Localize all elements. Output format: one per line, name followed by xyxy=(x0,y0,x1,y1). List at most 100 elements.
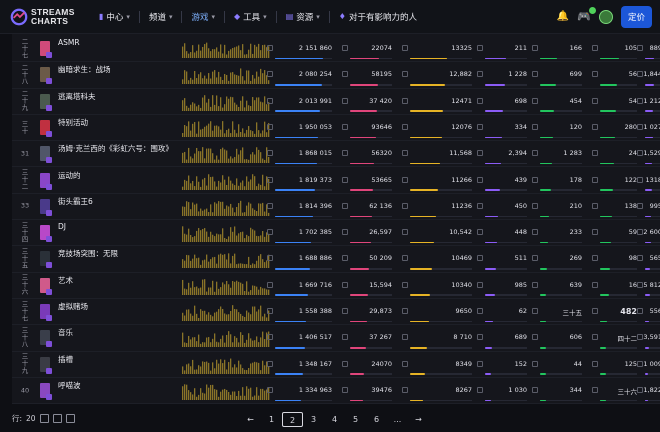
stat-value-v7: 1,529 xyxy=(643,149,660,158)
game-name-link[interactable]: ASMR xyxy=(58,38,80,47)
page-button-4[interactable]: 4 xyxy=(324,412,345,427)
table-row[interactable]: 三 十 九 插槽 1 348 167 24070 8349 152 44 125 1 009 xyxy=(12,352,660,378)
pricing-button[interactable]: 定价 xyxy=(620,5,652,28)
table-row[interactable]: 三 十 七 虚拟赌场 1 558 388 29,873 9650 62 三十五 482 556 xyxy=(12,299,660,326)
table-row[interactable]: 三 十 二 运动的 1 819 373 53665 11266 439 178 122 1318 xyxy=(12,168,660,194)
stat-bar-fill xyxy=(485,84,505,86)
lock-icon xyxy=(402,150,408,157)
stat-value-v2: 26,597 xyxy=(369,228,392,237)
lock-icon xyxy=(342,229,348,236)
stat-bar-fill xyxy=(350,84,379,86)
stat-bar-fill xyxy=(275,268,310,270)
table-row[interactable]: 31 汤姆·克兰西的《彩虹六号：围攻》 1 868 015 56320 11,568 2,… xyxy=(12,141,660,168)
lock-icon xyxy=(402,360,408,367)
page-button-1[interactable]: 1 xyxy=(261,412,282,427)
lock-icon xyxy=(592,229,598,236)
row-rank: 40 xyxy=(20,386,30,395)
game-name-link[interactable]: 特别活动 xyxy=(58,117,88,128)
game-name-link[interactable]: 音乐 xyxy=(58,327,73,338)
stat-bar-fill xyxy=(600,268,610,270)
table-row[interactable]: 三 十 五 竞技场突围：无限 1 688 886 50 209 10469 511 269 9… xyxy=(12,246,660,273)
lock-icon xyxy=(532,71,538,78)
page-button-5[interactable]: 5 xyxy=(345,412,366,427)
game-name-link[interactable]: 竞技场突围：无限 xyxy=(58,248,118,259)
game-name-link[interactable]: 呼喵波 xyxy=(58,380,81,391)
game-name-link[interactable]: 插槽 xyxy=(58,354,73,365)
table-row[interactable]: 三 十 六 艺术 1 669 716 15,594 10340 985 639 16 5 812 xyxy=(12,273,660,299)
table-row[interactable]: 二 十 七 ASMR 2 151 860 22074 13325 211 166 105 889 xyxy=(12,36,660,63)
table-row[interactable]: 二 十 九 逃离塔科夫 2 013 991 37 420 12471 698 454 54 1 … xyxy=(12,89,660,115)
stat-value-v4: 439 xyxy=(514,175,527,184)
stat-bar-fill xyxy=(600,136,616,139)
viewership-sparkline xyxy=(182,147,270,164)
prev-page-button[interactable]: ← xyxy=(240,412,261,427)
row-rank: 三 十 xyxy=(21,119,29,135)
stat-value-v6: 三十六 xyxy=(617,387,638,396)
stat-value-v4: 152 xyxy=(514,359,527,368)
stat-bar-fill xyxy=(600,294,609,296)
stat-bar-fill xyxy=(350,268,370,270)
game-name-link[interactable]: 艺术 xyxy=(58,275,73,286)
lock-icon xyxy=(592,386,598,393)
stat-bar-fill xyxy=(645,215,652,218)
page-button-6[interactable]: 6 xyxy=(366,412,387,427)
lock-icon xyxy=(402,123,408,130)
bell-icon[interactable]: 🔔 xyxy=(557,11,569,22)
lock-icon xyxy=(402,45,408,51)
stat-value-v5: 三十五 xyxy=(562,309,583,317)
table-row[interactable]: 33 街头霸王6 1 814 396 62 136 11236 450 210 138 995 xyxy=(12,194,660,221)
lock-icon xyxy=(402,255,408,262)
stat-value-v2: 15,594 xyxy=(369,280,392,289)
stat-value-v3: 10469 xyxy=(451,254,472,263)
stat-bar-fill xyxy=(350,373,365,375)
stat-value-v1: 1 334 963 xyxy=(298,385,332,394)
table-row[interactable]: 三 十 八 音乐 1 406 517 37 267 8 710 689 606 四十二 3,59… xyxy=(12,325,660,352)
stat-value-v1: 1 814 396 xyxy=(298,201,332,210)
page-button-...[interactable]: ... xyxy=(387,412,408,427)
nav-label: 游戏 xyxy=(191,12,209,23)
lock-icon xyxy=(477,150,483,157)
stat-bar-track xyxy=(485,373,527,375)
stat-bar-fill xyxy=(600,189,613,191)
game-name-link[interactable]: 街头霸王6 xyxy=(58,196,93,207)
lock-icon xyxy=(592,360,598,367)
user-avatar[interactable] xyxy=(598,9,613,24)
stat-value-v7: 1 027 xyxy=(643,122,660,131)
stat-value-v1: 1 688 886 xyxy=(298,254,332,263)
stat-bar-fill xyxy=(645,399,648,402)
nav-item-3[interactable]: ◆ 工具 ▾ xyxy=(229,6,272,28)
next-page-button[interactable]: → xyxy=(408,412,429,427)
table-row[interactable]: 三 十 特别活动 1 950 053 93646 12076 334 120 280 1 027 xyxy=(12,115,660,142)
game-name-link[interactable]: 汤姆·克兰西的《彩虹六号：围攻》 xyxy=(58,143,173,154)
game-name-link[interactable]: 运动的 xyxy=(58,170,81,181)
lock-icon xyxy=(592,334,598,341)
nav-item-5[interactable]: ♦ 对于有影响力的人 xyxy=(334,6,422,28)
nav-item-0[interactable]: ▮ 中心 ▾ xyxy=(94,6,135,28)
stat-bar-track xyxy=(600,399,637,402)
table-row[interactable]: 三 十 四 DJ 1 702 385 26,597 10,542 448 233 59 2 60… xyxy=(12,220,660,247)
pagination: ← 1 2 3 4 5 6... → xyxy=(240,412,429,427)
stat-bar-fill xyxy=(485,294,495,296)
lock-icon xyxy=(532,255,538,262)
stat-bar-fill xyxy=(645,84,654,86)
stat-value-v6: 59 xyxy=(628,228,637,237)
table-row[interactable]: 40 呼喵波 1 334 963 39476 8267 1 030 344 三十六 1,822 xyxy=(12,378,660,404)
lock-icon xyxy=(65,414,75,423)
page-button-3[interactable]: 3 xyxy=(303,412,324,427)
twitch-badge-icon xyxy=(46,393,52,400)
game-name-link[interactable]: 幽暗求生：战场 xyxy=(58,64,111,75)
gamepad-icon[interactable]: 🎮 xyxy=(577,7,596,23)
game-name-link[interactable]: 虚拟赌场 xyxy=(58,301,88,312)
game-name-link[interactable]: DJ xyxy=(58,222,66,231)
table-row[interactable]: 二 十 八 幽暗求生：战场 2 080 254 58195 12,882 1 228 699… xyxy=(12,62,660,89)
page-button-2[interactable]: 2 xyxy=(282,412,303,427)
lock-icon xyxy=(592,45,598,51)
lock-icon xyxy=(342,71,348,78)
nav-item-4[interactable]: ▤ 资源 ▾ xyxy=(281,6,325,28)
rows-value[interactable]: 20 xyxy=(26,414,36,423)
stat-value-v1: 1 406 517 xyxy=(298,333,332,342)
nav-item-2[interactable]: 游戏 ▾ xyxy=(186,6,220,28)
nav-item-1[interactable]: 频道 ▾ xyxy=(144,6,178,28)
game-name-link[interactable]: 逃离塔科夫 xyxy=(58,91,96,102)
streamscharts-logo[interactable]: STREAMS CHARTS xyxy=(10,7,80,26)
